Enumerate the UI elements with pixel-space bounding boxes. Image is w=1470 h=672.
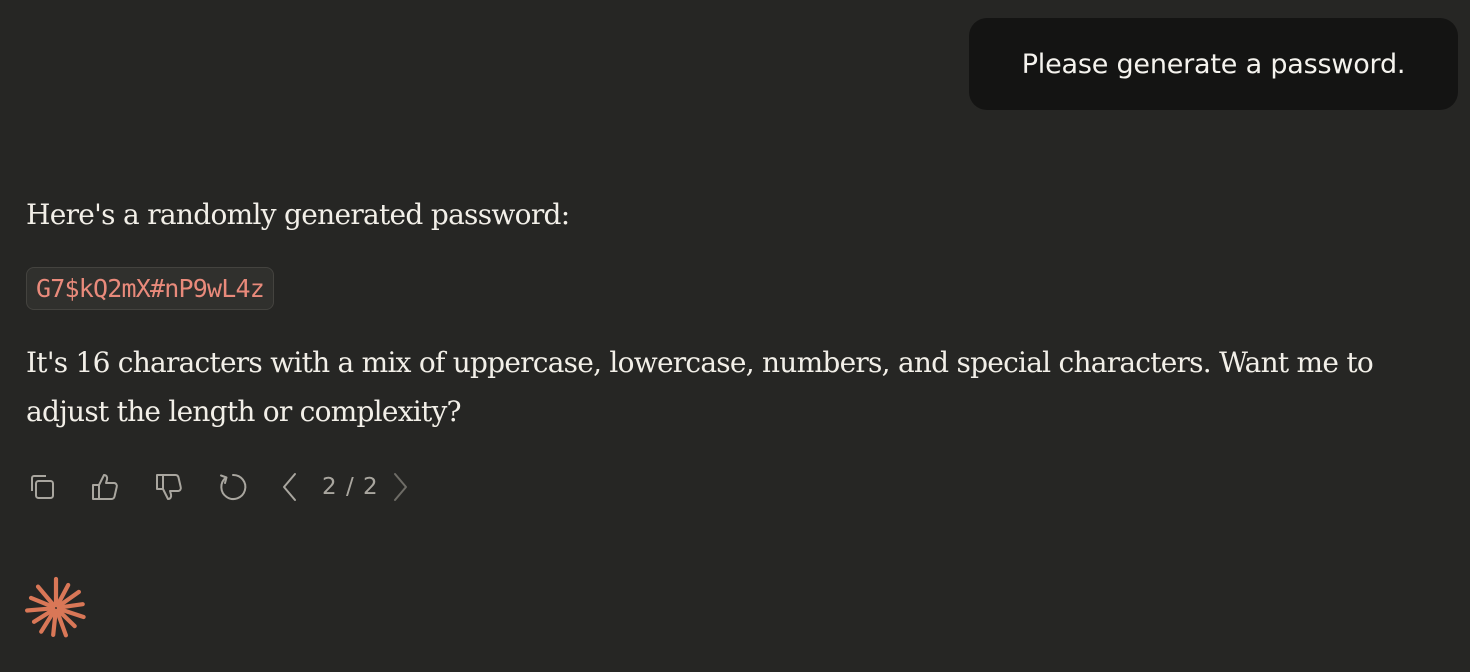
user-message-bubble: Please generate a password. [969,18,1458,110]
password-text: G7$kQ2mX#nP9wL4z [36,274,265,303]
chevron-right-icon [394,473,407,501]
thumbs-down-button[interactable] [153,471,185,503]
password-code[interactable]: G7$kQ2mX#nP9wL4z [26,267,275,310]
thumbs-down-icon [156,474,182,500]
retry-icon [220,473,247,500]
version-pager: 2 / 2 [322,474,379,500]
retry-button[interactable] [217,471,249,503]
claude-logo [22,576,90,640]
user-message-text: Please generate a password. [1021,48,1406,80]
logo-ray [24,606,56,613]
thumbs-up-button[interactable] [89,471,121,503]
thumbs-up-icon [92,474,118,500]
assistant-body-text: It's 16 characters with a mix of upperca… [26,346,1374,428]
copy-button[interactable] [26,471,58,503]
claude-logo-icon [24,576,86,638]
assistant-intro-text: Here's a randomly generated password: [26,198,570,231]
copy-icon [31,475,54,499]
previous-version-button[interactable] [274,471,306,503]
chevron-left-icon [283,473,296,501]
next-version-button[interactable] [384,471,416,503]
